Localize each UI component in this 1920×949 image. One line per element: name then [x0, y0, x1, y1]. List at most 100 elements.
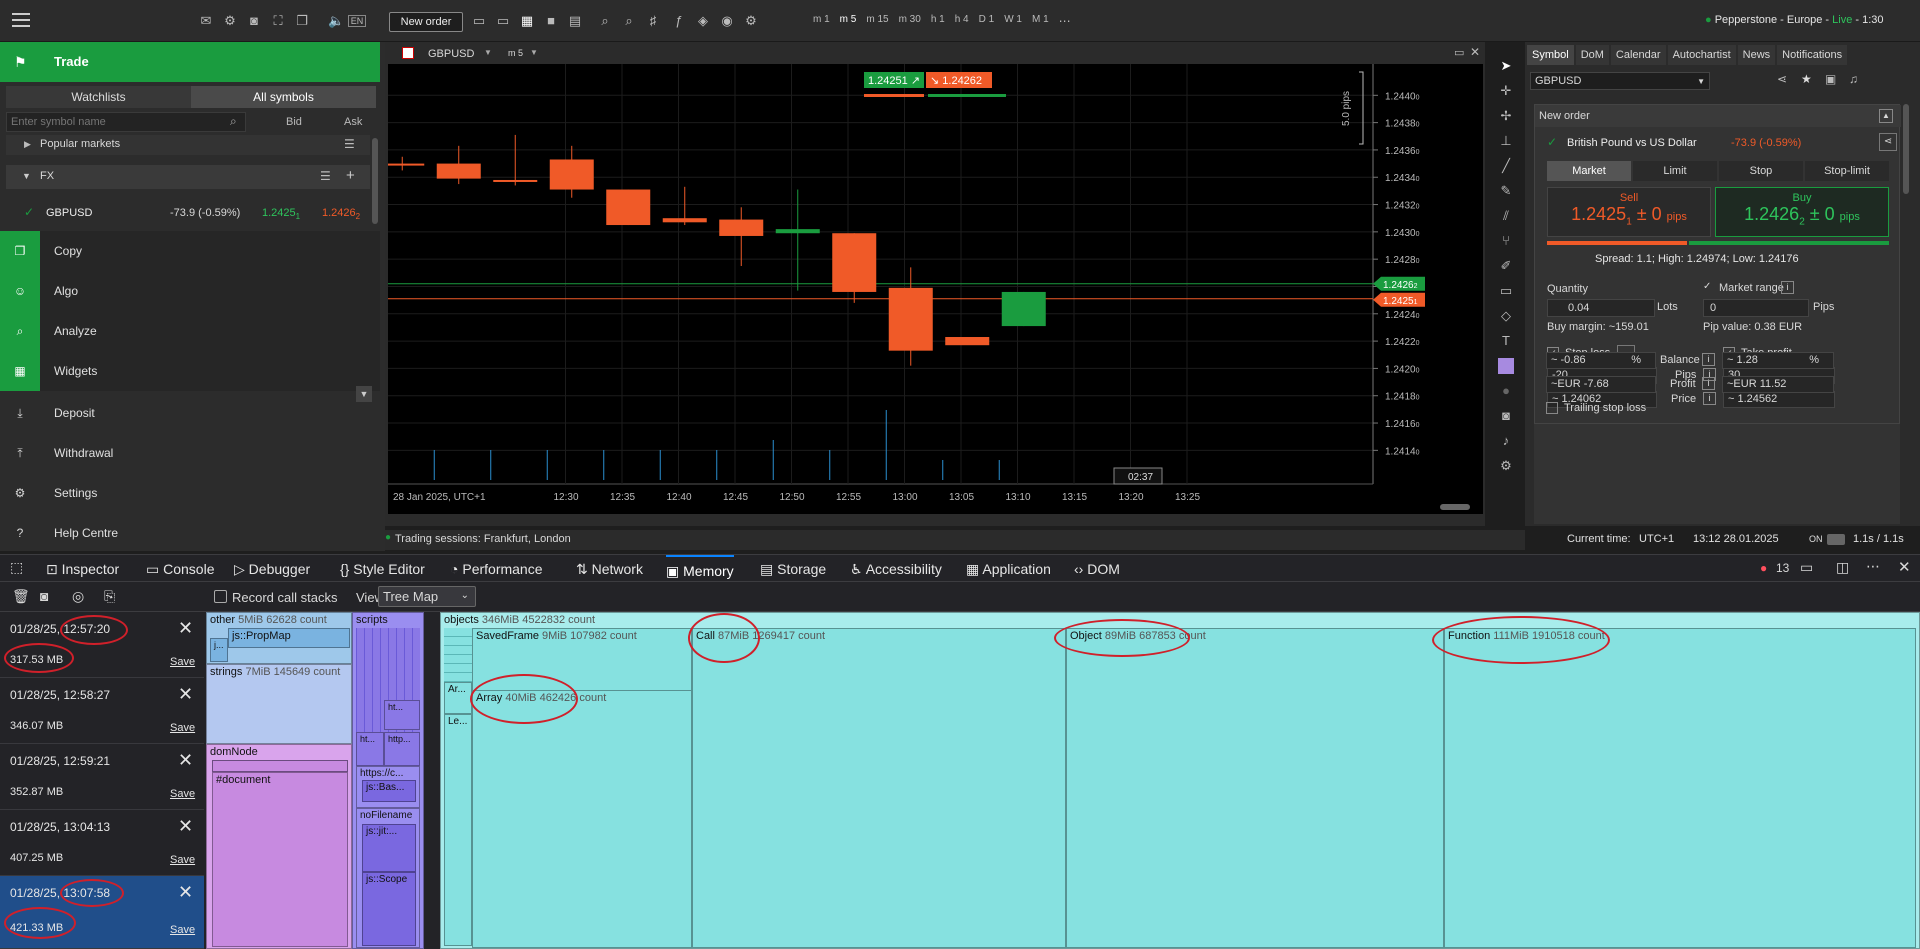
- save-link[interactable]: Save: [170, 722, 195, 734]
- fx-group-row[interactable]: ▼ FX ☰ +: [6, 165, 370, 189]
- close-icon[interactable]: ✕: [178, 882, 193, 903]
- tree-ht[interactable]: ht...: [356, 732, 384, 766]
- tab-memory[interactable]: ▣ Memory: [666, 555, 734, 581]
- info-icon[interactable]: i: [1703, 392, 1716, 405]
- record-checkbox[interactable]: [214, 590, 227, 603]
- tab-dom[interactable]: ‹› DOM: [1074, 555, 1120, 583]
- tree-document[interactable]: #document: [212, 772, 348, 947]
- tf-m5[interactable]: m 5: [840, 14, 857, 28]
- close-icon[interactable]: ✕: [1898, 558, 1911, 576]
- dot-icon[interactable]: ●: [1488, 383, 1524, 408]
- tf-m30[interactable]: m 30: [899, 14, 921, 28]
- buy-button[interactable]: Buy 1.24262 ± 0 pips: [1715, 187, 1889, 237]
- tree-ht[interactable]: ht...: [384, 700, 420, 730]
- info-icon[interactable]: i: [1702, 377, 1715, 390]
- pitchfork-icon[interactable]: ⑂: [1488, 233, 1524, 258]
- tab-dom[interactable]: DoM: [1575, 45, 1609, 65]
- tab-application[interactable]: ▦ Application: [966, 555, 1051, 583]
- share-icon[interactable]: ⋖: [1879, 133, 1897, 151]
- trade-header[interactable]: ⚑ Trade: [0, 42, 380, 82]
- settings-icon[interactable]: ⚙: [1488, 458, 1524, 483]
- mail-icon[interactable]: ✉: [198, 13, 214, 29]
- pick-element-icon[interactable]: ⬚: [10, 559, 23, 576]
- type-stop[interactable]: Stop: [1719, 161, 1803, 181]
- window-icon[interactable]: ❐: [294, 13, 310, 29]
- import-icon[interactable]: ⎘: [104, 588, 115, 605]
- menu-deposit[interactable]: ⤓ Deposit: [0, 393, 380, 433]
- menu-copy[interactable]: ❐ Copy: [0, 231, 380, 271]
- menu-settings[interactable]: ⚙ Settings: [0, 473, 380, 513]
- save-link[interactable]: Save: [170, 656, 195, 668]
- close-icon[interactable]: ✕: [178, 618, 193, 639]
- tab-symbol[interactable]: Symbol: [1527, 45, 1574, 65]
- menu-help-centre[interactable]: ? Help Centre: [0, 513, 380, 553]
- chart-symbol[interactable]: GBPUSD: [428, 48, 474, 60]
- close-icon[interactable]: ✕: [178, 816, 193, 837]
- chevron-down-icon[interactable]: ▼: [484, 48, 492, 57]
- brush-icon[interactable]: ✐: [1488, 258, 1524, 283]
- crosshair-icon[interactable]: ✢: [1488, 108, 1524, 133]
- measure-icon[interactable]: ⊥: [1488, 133, 1524, 158]
- eraser-icon[interactable]: ◇: [1488, 308, 1524, 333]
- tab-autochartist[interactable]: Autochartist: [1667, 45, 1736, 65]
- responsive-icon[interactable]: ▭: [1800, 559, 1813, 576]
- tab-performance[interactable]: ◔ Performance: [450, 555, 543, 583]
- tp-price-input[interactable]: ~ 1.24562: [1723, 391, 1835, 408]
- pen-icon[interactable]: ✎: [1488, 183, 1524, 208]
- save-link[interactable]: Save: [170, 788, 195, 800]
- range-input[interactable]: 0: [1703, 299, 1809, 317]
- snapshot-item[interactable]: 01/28/25, 12:59:21 ✕ 352.87 MB Save: [0, 744, 204, 810]
- menu-analyze[interactable]: ⌕ Analyze: [0, 311, 380, 351]
- camera-icon[interactable]: ◙: [246, 13, 262, 29]
- rectangle-icon[interactable]: ▭: [1488, 283, 1524, 308]
- save-link[interactable]: Save: [170, 924, 195, 936]
- candles-icon[interactable]: ♯: [645, 13, 661, 29]
- fullscreen-icon[interactable]: ⛶: [270, 13, 286, 29]
- star-icon[interactable]: ★: [1801, 72, 1812, 86]
- new-order-button[interactable]: New order: [389, 12, 463, 32]
- scrollbar[interactable]: [1903, 104, 1909, 194]
- tab-debugger[interactable]: ▷ Debugger: [234, 555, 310, 583]
- language-icon[interactable]: EN: [348, 15, 366, 27]
- alert-icon[interactable]: ⚙: [743, 13, 759, 29]
- tf-h4[interactable]: h 4: [955, 14, 969, 28]
- chevron-down-icon[interactable]: ▼: [530, 48, 538, 57]
- grid-layout-icon[interactable]: ▦: [519, 13, 535, 29]
- tp-profit-input[interactable]: ~EUR 11.52: [1722, 376, 1834, 393]
- tree-http[interactable]: http...: [384, 732, 420, 766]
- info-icon[interactable]: i: [1781, 281, 1794, 294]
- symbol-search-input[interactable]: [6, 112, 246, 132]
- close-icon[interactable]: ✕: [1470, 45, 1480, 59]
- zoom-in-icon[interactable]: ⌕: [597, 13, 613, 29]
- tree-function[interactable]: Function 111MiB 1910518 count: [1444, 628, 1916, 948]
- tree-array[interactable]: Array 40MiB 462426 count: [472, 690, 692, 948]
- sound-icon[interactable]: 🔈: [328, 13, 344, 29]
- quantity-stepper[interactable]: 0.04: [1547, 299, 1655, 317]
- add-icon[interactable]: +: [346, 167, 355, 184]
- eye-icon[interactable]: ◉: [719, 13, 735, 29]
- chart-timeframe[interactable]: m 5: [508, 48, 523, 58]
- tree-object[interactable]: Object 89MiB 687853 count: [1066, 628, 1444, 948]
- more-icon[interactable]: ⋯: [1059, 14, 1071, 28]
- tree-ar[interactable]: Ar...: [444, 682, 472, 714]
- hamburger-menu-icon[interactable]: [12, 13, 30, 27]
- tree-call[interactable]: Call 87MiB 1269417 count: [692, 628, 1066, 948]
- list-view-icon[interactable]: ☰: [344, 137, 355, 151]
- search-icon[interactable]: ⌕: [230, 114, 237, 129]
- sl-profit-input[interactable]: ~EUR -7.68: [1546, 376, 1656, 393]
- tf-h1[interactable]: h 1: [931, 14, 945, 28]
- signal-icon[interactable]: ⚙: [222, 13, 238, 29]
- type-limit[interactable]: Limit: [1633, 161, 1717, 181]
- menu-widgets[interactable]: ▦ Widgets: [0, 351, 380, 391]
- tab-console[interactable]: ▭ Console: [146, 555, 215, 583]
- view-select[interactable]: Tree Map ⌄: [378, 586, 476, 607]
- price-chart[interactable]: 1.24400 1.24380 1.24360 1.24340 1.24320 1.243…: [388, 64, 1483, 514]
- share-icon[interactable]: ⋖: [1777, 72, 1787, 86]
- tree-jsbas[interactable]: js::Bas...: [362, 780, 416, 802]
- dock-icon[interactable]: ◫: [1836, 559, 1849, 576]
- more-icon[interactable]: ⋯: [1866, 558, 1880, 575]
- tf-w1[interactable]: W 1: [1004, 14, 1022, 28]
- snapshot-item[interactable]: 01/28/25, 13:04:13 ✕ 407.25 MB Save: [0, 810, 204, 876]
- sl-balance-input[interactable]: ~ -0.86 %: [1546, 352, 1656, 369]
- split-layout-icon[interactable]: ▤: [567, 13, 583, 29]
